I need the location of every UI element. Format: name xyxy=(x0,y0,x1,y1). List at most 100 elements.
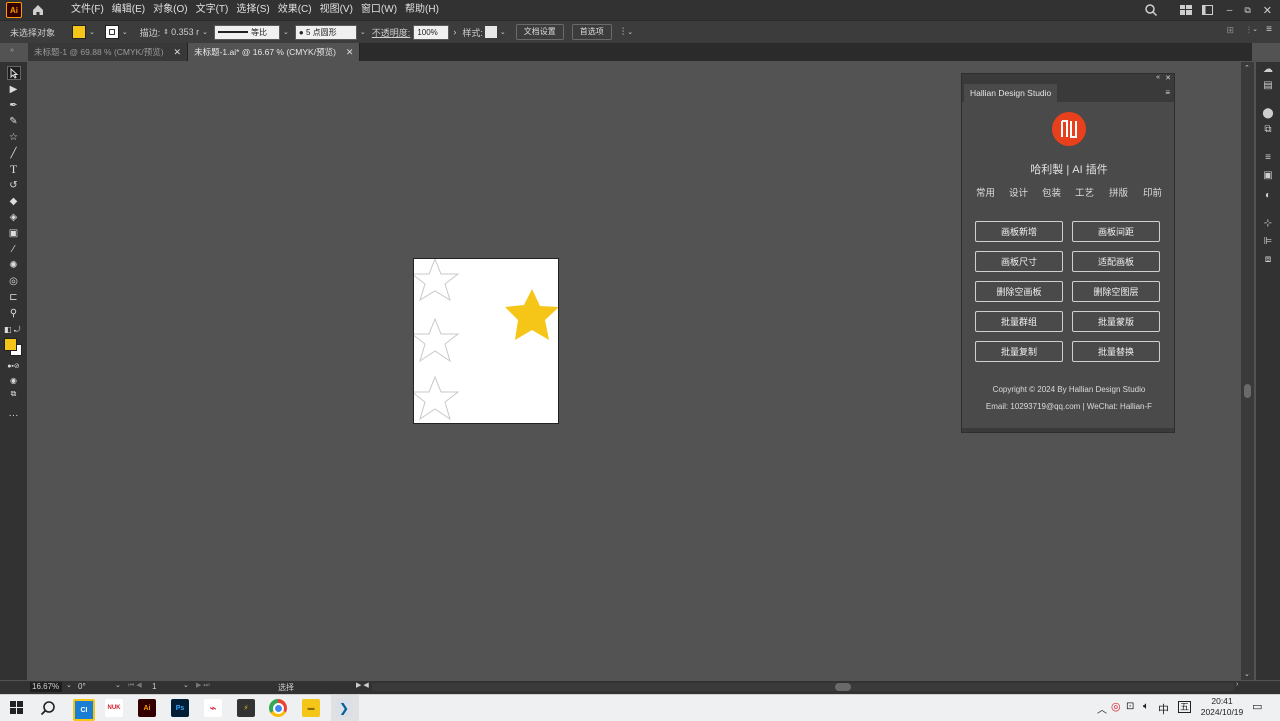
chevron-down-icon[interactable]: ⌄ xyxy=(500,28,506,36)
tab-document-2[interactable]: 未标题-1.ai* @ 16.67 % (CMYK/预览) ✕ xyxy=(188,43,361,61)
batch-mask-button[interactable]: 批量蒙版 xyxy=(1072,311,1160,332)
gradient-panel-icon[interactable]: ▣ xyxy=(1260,170,1276,182)
fit-artboard-button[interactable]: 适配画板 xyxy=(1072,251,1160,272)
scroll-thumb[interactable] xyxy=(835,683,851,691)
default-colors-icon[interactable]: ◧ ⤾ xyxy=(0,322,31,338)
close-icon[interactable]: ✕ xyxy=(346,47,354,58)
menu-help[interactable]: 帮助(H) xyxy=(401,0,443,20)
chevron-down-icon[interactable]: ⌄ xyxy=(1252,25,1258,33)
shape-builder-tool-icon[interactable]: ◈ xyxy=(0,209,27,225)
libraries-icon[interactable]: ▤ xyxy=(1260,80,1276,92)
menu-object[interactable]: 对象(O) xyxy=(149,0,191,20)
chevron-down-icon[interactable]: ⌄ xyxy=(627,28,633,36)
search-icon[interactable] xyxy=(1144,3,1158,17)
star-tool-icon[interactable]: ☆ xyxy=(0,129,27,145)
home-icon[interactable] xyxy=(31,3,45,17)
restore-icon[interactable]: ⧉ xyxy=(1244,5,1250,16)
delete-empty-artboards-button[interactable]: 删除空画板 xyxy=(975,281,1063,302)
artboard-number-field[interactable]: 1 xyxy=(152,682,182,692)
chevron-down-icon[interactable]: ⌄ xyxy=(115,681,121,689)
horizontal-scrollbar[interactable] xyxy=(372,683,1234,691)
type-tool-icon[interactable]: T xyxy=(0,161,27,177)
status-menu-icon[interactable]: ▶ ◀ xyxy=(356,681,369,689)
stroke-swatch[interactable] xyxy=(104,25,119,39)
collapse-icon[interactable]: « xyxy=(1156,74,1160,81)
symbols-icon[interactable]: ⧉ xyxy=(1260,124,1276,136)
chevron-down-icon[interactable]: ⌄ xyxy=(89,28,95,36)
chevron-down-icon[interactable]: ⌄ xyxy=(183,681,189,689)
nav-common[interactable]: 常用 xyxy=(976,185,995,199)
align-panel-icon[interactable]: ⊫ xyxy=(1260,236,1276,248)
workspace-icon[interactable] xyxy=(1201,5,1213,15)
nav-imposition[interactable]: 拼版 xyxy=(1109,185,1128,199)
illustrator-icon[interactable]: Ai xyxy=(138,699,156,717)
eyedropper-tool-icon[interactable]: ⁄ xyxy=(0,241,27,257)
close-icon[interactable]: ✕ xyxy=(1165,74,1171,82)
artboard-spacing-button[interactable]: 画板间距 xyxy=(1072,221,1160,242)
blend-tool-icon[interactable]: ◎ xyxy=(0,273,27,289)
document-setup-button[interactable]: 文档设置 xyxy=(515,24,564,40)
menu-edit[interactable]: 编辑(E) xyxy=(108,0,149,20)
close-icon[interactable]: ✕ xyxy=(1263,4,1272,17)
rotation-field[interactable]: 0° xyxy=(78,682,108,692)
scroll-thumb[interactable] xyxy=(1244,384,1251,398)
notification-icon[interactable]: ▭ xyxy=(1252,700,1262,713)
zoom-field[interactable]: 16.67% xyxy=(30,682,62,692)
ime-indicator[interactable]: 中 xyxy=(1158,701,1169,717)
nuk-icon[interactable]: NUK xyxy=(105,699,123,717)
pathfinder-icon[interactable]: ⧈ xyxy=(1260,254,1276,266)
scroll-up-icon[interactable]: ⌃ xyxy=(1244,64,1250,72)
minimize-icon[interactable]: – xyxy=(1227,5,1233,16)
appearance-icon[interactable]: ◐ xyxy=(1260,190,1276,202)
close-icon[interactable]: ✕ xyxy=(174,47,182,58)
clock[interactable]: 20:41 2024/10/19 xyxy=(1195,696,1249,718)
batch-copy-button[interactable]: 批量复制 xyxy=(975,341,1063,362)
menu-window[interactable]: 窗口(W) xyxy=(357,0,401,20)
fill-swatch[interactable] xyxy=(72,25,86,39)
windows-start-icon[interactable] xyxy=(10,701,23,714)
pen-tool-icon[interactable]: ✒ xyxy=(0,97,27,113)
menu-icon[interactable]: ≡ xyxy=(1266,24,1272,35)
chevron-down-icon[interactable]: ⌄ xyxy=(283,28,289,36)
brush-tool-icon[interactable]: ╱ xyxy=(0,145,27,161)
file-explorer-icon[interactable]: ▬ xyxy=(302,699,320,717)
graphic-style-swatch[interactable] xyxy=(484,26,497,38)
chevron-down-icon[interactable]: ⌄ xyxy=(122,28,128,36)
preferences-button[interactable]: 首选项 xyxy=(571,24,612,40)
properties-icon[interactable]: ☁ xyxy=(1260,64,1276,76)
panel-collapse-arrows[interactable]: » xyxy=(10,47,14,54)
scroll-right-icon[interactable]: › xyxy=(1236,681,1238,688)
batch-replace-button[interactable]: 批量替换 xyxy=(1072,341,1160,362)
chevron-up-icon[interactable]: ︿ xyxy=(1097,701,1107,716)
artboard-tool-icon[interactable]: ⊏ xyxy=(0,289,27,305)
eraser-tool-icon[interactable]: ◆ xyxy=(0,193,27,209)
panel-menu-icon[interactable]: ≡ xyxy=(1165,88,1170,97)
tab-document-1[interactable]: 未标题-1 @ 69.88 % (CMYK/预览) ✕ xyxy=(28,43,189,61)
nav-design[interactable]: 设计 xyxy=(1009,185,1028,199)
menu-file[interactable]: 文件(F) xyxy=(67,0,108,20)
rotate-tool-icon[interactable]: ↺ xyxy=(0,177,27,193)
panel-resize-handle[interactable] xyxy=(962,428,1174,432)
menu-view[interactable]: 视图(V) xyxy=(316,0,357,20)
arrange-icon[interactable]: ⊞ xyxy=(1226,25,1234,36)
zoom-tool-icon[interactable]: ⚲ xyxy=(0,305,27,321)
network-icon[interactable]: ⊡ xyxy=(1126,701,1134,712)
chrome-icon[interactable] xyxy=(269,699,287,717)
search-icon[interactable] xyxy=(40,700,56,716)
nav-craft[interactable]: 工艺 xyxy=(1075,185,1094,199)
batch-group-button[interactable]: 批量群组 xyxy=(975,311,1063,332)
ime-mode-icon[interactable]: 五 xyxy=(1178,701,1192,713)
nav-prepress[interactable]: 印前 xyxy=(1143,185,1162,199)
chevron-down-icon[interactable]: ⌄ xyxy=(360,28,366,36)
arrange-documents-icon[interactable] xyxy=(1179,5,1192,15)
stroke-weight-value[interactable]: 0.353 r xyxy=(171,27,199,37)
fill-color-box[interactable] xyxy=(4,338,17,351)
panel-menu-icon[interactable]: ⫶ xyxy=(1248,25,1250,36)
pdf-icon[interactable]: ⌁ xyxy=(204,699,222,717)
direct-selection-tool-icon[interactable]: ▶ xyxy=(0,81,27,97)
color-icon[interactable]: ⬤ xyxy=(1260,108,1276,120)
selection-tool-icon[interactable] xyxy=(0,65,27,81)
app-dark-icon[interactable]: ⚡ xyxy=(237,699,255,717)
menu-type[interactable]: 文字(T) xyxy=(192,0,233,20)
first-artboard-icon[interactable]: ⏮ ◀ xyxy=(128,681,142,690)
